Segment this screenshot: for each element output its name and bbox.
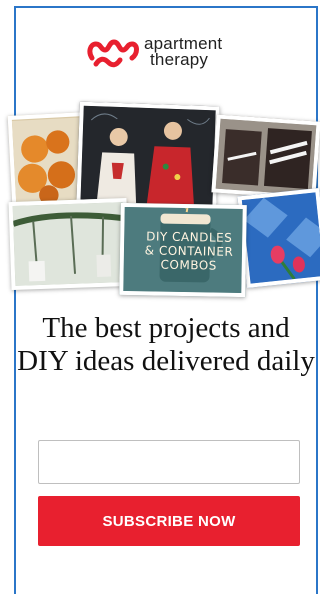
diy-candle-photo: DIY CANDLES & CONTAINER COMBOS <box>119 202 247 298</box>
gift-boxes-photo <box>211 114 320 200</box>
boxes-illustration <box>215 118 317 196</box>
brand-name-line2: therapy <box>150 50 209 69</box>
greenery-photo <box>8 197 130 291</box>
tulips-photo <box>237 187 320 289</box>
holiday-sweaters-photo <box>76 101 220 215</box>
candle-caption: DIY CANDLES & CONTAINER COMBOS <box>144 229 234 273</box>
brand-logo[interactable]: apartment therapy <box>86 34 222 70</box>
apartment-therapy-logo-icon <box>87 39 139 68</box>
sweaters-illustration <box>80 105 216 211</box>
headline: The best projects and DIY ideas delivere… <box>17 312 315 377</box>
email-field[interactable] <box>38 440 300 484</box>
oranges-illustration <box>11 117 85 205</box>
photo-collage[interactable]: DIY CANDLES & CONTAINER COMBOS <box>7 100 320 298</box>
brand-name: apartment therapy <box>144 35 222 69</box>
greenery-illustration <box>12 202 126 286</box>
newsletter-ad: apartment therapy DIY CANDLES & CONTAINE… <box>7 6 320 594</box>
tulips-illustration <box>241 192 320 284</box>
subscribe-button[interactable]: SUBSCRIBE NOW <box>38 496 300 546</box>
